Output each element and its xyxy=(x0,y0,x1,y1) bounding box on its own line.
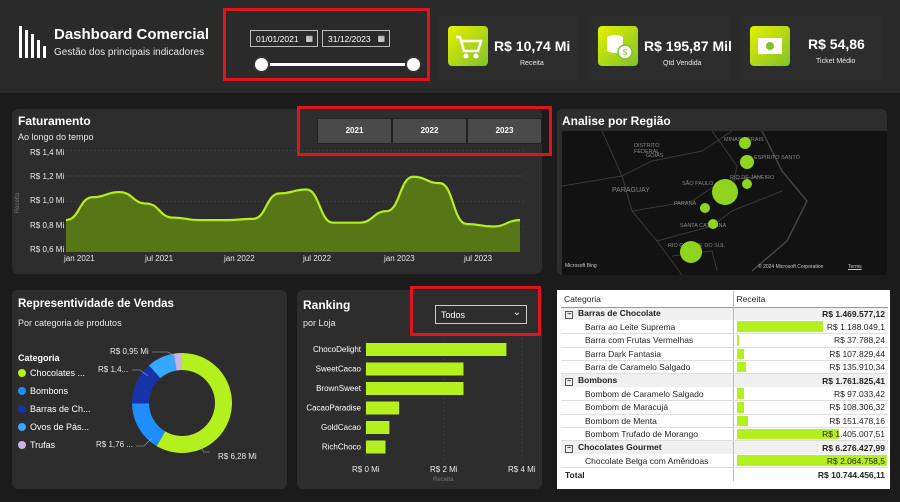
item-value: R$ 37.788,24 xyxy=(833,335,885,346)
matrix-total-row: Total R$ 10.744.456,11 xyxy=(561,467,888,482)
item-value-cell: R$ 135.910,34 xyxy=(733,360,888,375)
bar-category-label: BrownSweet xyxy=(316,384,362,393)
matrix-item-row[interactable]: Barra com Frutas Vermelhas R$ 37.788,24 xyxy=(561,333,888,348)
bar[interactable] xyxy=(366,421,390,434)
matrix-item-row[interactable]: Bombom Trufado de Morango R$ 1.405.007,51 xyxy=(561,427,888,442)
x-tick-label: R$ 0 Mi xyxy=(352,465,380,474)
matrix-item-row[interactable]: Barra de Caramelo Salgado R$ 135.910,34 xyxy=(561,360,888,375)
bar-category-label: RichChoco xyxy=(322,443,362,452)
revenue-matrix: Categoria Receita − Barras de Chocolate R$… xyxy=(561,291,888,482)
bar[interactable] xyxy=(366,362,464,376)
item-value-cell: R$ 151.478,16 xyxy=(733,414,888,429)
item-value-cell: R$ 107.829,44 xyxy=(733,347,888,362)
donut-data-label: R$ 0,95 Mi xyxy=(110,347,149,356)
item-value: R$ 151.478,16 xyxy=(829,415,885,426)
bar-category-label: ChocoDelight xyxy=(313,345,362,354)
matrix-item-row[interactable]: Bombom de Menta R$ 151.478,16 xyxy=(561,414,888,429)
group-name: Bombons xyxy=(578,375,618,386)
donut-data-label: R$ 6,28 Mi xyxy=(218,452,257,461)
value-databar xyxy=(736,321,823,333)
donut-data-label: R$ 1,76 ... xyxy=(96,440,133,449)
item-value-cell: R$ 1.188.049,1 xyxy=(733,320,888,335)
item-value-cell: R$ 2.064.758,5 xyxy=(733,454,888,469)
loja-dropdown[interactable]: Todos ⌄ xyxy=(435,305,527,324)
x-axis-title: Receita xyxy=(433,477,454,483)
item-name: Bombom de Maracujá xyxy=(561,400,734,415)
group-value: R$ 1.469.577,12 xyxy=(822,308,885,319)
bar[interactable] xyxy=(366,440,386,454)
ranking-title: Ranking xyxy=(303,298,351,312)
value-databar xyxy=(736,335,740,346)
matrix-header-row: Categoria Receita xyxy=(561,291,888,307)
item-name: Barra Dark Fantasia xyxy=(561,347,734,362)
item-name: Bombom de Caramelo Salgado xyxy=(561,387,734,402)
chevron-down-icon[interactable]: ⌄ xyxy=(513,307,521,318)
bar[interactable] xyxy=(366,343,507,356)
matrix-item-row[interactable]: Bombom de Maracujá R$ 108.306,32 xyxy=(561,400,888,415)
matrix-item-row[interactable]: Barra Dark Fantasia R$ 107.829,44 xyxy=(561,347,888,362)
ranking-subtitle: por Loja xyxy=(303,318,336,328)
item-value-cell: R$ 97.033,42 xyxy=(733,387,888,402)
value-databar xyxy=(736,348,745,360)
item-name: Barra ao Leite Suprema xyxy=(561,320,734,335)
group-name: Barras de Chocolate xyxy=(578,308,661,319)
loja-dropdown-value: Todos xyxy=(441,310,466,320)
total-value: R$ 10.744.456,11 xyxy=(817,469,885,480)
ranking-bar-chart: ChocoDelight SweetCacao BrownSweet CacaoPar… xyxy=(306,338,523,462)
bar-category-label: SweetCacao xyxy=(316,365,362,374)
value-databar xyxy=(736,362,747,373)
x-tick-label: R$ 4 Mi xyxy=(508,465,536,474)
item-value: R$ 135.910,34 xyxy=(829,362,885,373)
matrix-group-cell: − Barras de Chocolate xyxy=(561,307,734,321)
x-tick-label: R$ 2 Mi xyxy=(430,465,458,474)
bar[interactable] xyxy=(366,382,464,395)
group-value: R$ 6.276.427,99 xyxy=(822,442,885,453)
item-name: Barra de Caramelo Salgado xyxy=(561,360,734,375)
matrix-group-row[interactable]: − Barras de Chocolate R$ 1.469.577,12 xyxy=(561,307,888,321)
item-name: Bombom Trufado de Morango xyxy=(561,427,734,442)
column-header-receita[interactable]: Receita xyxy=(733,291,888,307)
group-name: Chocolates Gourmet xyxy=(578,442,662,453)
bar-category-label: CacaoParadise xyxy=(306,404,361,413)
item-name: Barra com Frutas Vermelhas xyxy=(561,333,734,348)
item-value: R$ 107.829,44 xyxy=(829,348,885,359)
item-value: R$ 2.064.758,5 xyxy=(826,455,885,466)
matrix-group-row[interactable]: − Bombons R$ 1.761.825,41 xyxy=(561,373,888,388)
bar[interactable] xyxy=(366,401,400,415)
item-name: Chocolate Belga com Amêndoas xyxy=(561,454,734,469)
matrix-group-cell: − Bombons xyxy=(561,373,734,388)
collapse-icon[interactable]: − xyxy=(565,378,573,387)
item-value: R$ 1.405.007,51 xyxy=(822,429,885,440)
matrix-group-cell: − Chocolates Gourmet xyxy=(561,440,734,455)
item-value-cell: R$ 37.788,24 xyxy=(733,333,888,348)
group-value: R$ 1.761.825,41 xyxy=(822,375,885,386)
item-value-cell: R$ 108.306,32 xyxy=(733,400,888,415)
value-databar xyxy=(736,388,744,400)
item-value: R$ 97.033,42 xyxy=(833,388,885,399)
collapse-icon[interactable]: − xyxy=(565,311,573,320)
value-databar xyxy=(736,402,745,413)
item-value-cell: R$ 1.405.007,51 xyxy=(733,427,888,442)
value-databar xyxy=(736,415,748,427)
total-label: Total xyxy=(561,467,734,482)
collapse-icon[interactable]: − xyxy=(565,445,573,454)
item-name: Bombom de Menta xyxy=(561,414,734,429)
matrix-item-row[interactable]: Chocolate Belga com Amêndoas R$ 2.064.758… xyxy=(561,454,888,469)
matrix-item-row[interactable]: Barra ao Leite Suprema R$ 1.188.049,1 xyxy=(561,320,888,335)
item-value: R$ 1.188.049,1 xyxy=(826,321,885,332)
matrix-item-row[interactable]: Bombom de Caramelo Salgado R$ 97.033,42 xyxy=(561,387,888,402)
column-header-categoria[interactable]: Categoria xyxy=(561,291,734,307)
donut-data-label: R$ 1,4... xyxy=(98,365,129,374)
matrix-group-row[interactable]: − Chocolates Gourmet R$ 6.276.427,99 xyxy=(561,440,888,455)
bar-category-label: GoldCacao xyxy=(321,423,362,432)
item-value: R$ 108.306,32 xyxy=(829,402,885,413)
